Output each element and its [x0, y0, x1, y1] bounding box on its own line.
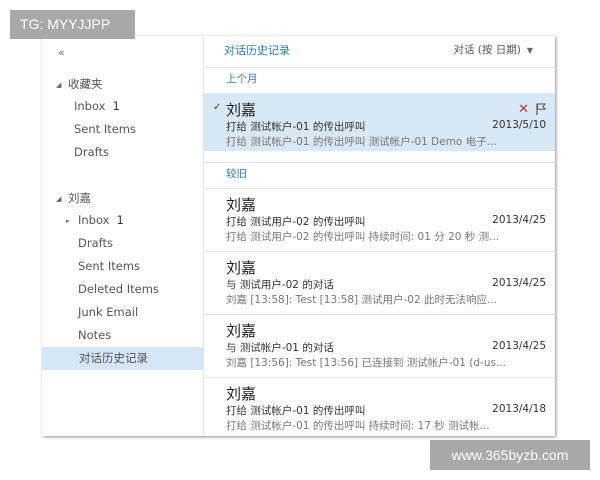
message-sender: 刘嘉 — [226, 101, 257, 119]
message-row[interactable]: 刘嘉 与 测试用户-02 的对话 2013/4/25 刘嘉 [13:58]: T… — [204, 251, 555, 309]
message-subject: 打给 测试用户-02 的传出呼叫 — [226, 216, 366, 228]
folder-item-label: Deleted Items — [78, 282, 159, 296]
folder-item-conversation-history[interactable]: 对话历史记录 — [42, 347, 203, 370]
message-sender: 刘嘉 — [226, 385, 257, 403]
folder-item-label: Inbox — [78, 213, 110, 227]
folder-title: 对话历史记录 — [224, 44, 290, 57]
folder-item-notes[interactable]: Notes — [78, 325, 111, 345]
favorites-item-label: Inbox — [74, 99, 106, 113]
collapse-pane-icon[interactable]: « — [58, 46, 65, 59]
message-subject: 打给 测试帐户-01 的传出呼叫 — [226, 121, 366, 133]
folder-item-junk-email[interactable]: Junk Email — [78, 302, 138, 322]
unread-count: 1 — [112, 99, 120, 113]
message-row[interactable]: 刘嘉 打给 测试用户-02 的传出呼叫 2013/4/25 打给 测试用户-02… — [204, 188, 555, 246]
message-list-pane: 对话历史记录 对话 (按 日期) ▼ 上个月 ✓ 刘嘉 ✕ 打给 测试帐户-01 … — [204, 36, 555, 436]
delete-x-icon[interactable]: ✕ — [518, 102, 529, 117]
group-header-last-month: 上个月 — [204, 67, 555, 89]
triangle-down-icon: ◢ — [56, 80, 62, 89]
message-date: 2013/4/25 — [492, 214, 546, 226]
message-sender: 刘嘉 — [226, 322, 257, 340]
message-preview: 刘嘉 [13:58]: Test [13:58] 测试用户-02 此时无法响应.… — [226, 294, 497, 306]
message-preview: 刘嘉 [13:56]: Test [13:56] 已连接到 测试帐户-01 (d… — [226, 357, 506, 369]
triangle-down-icon: ◢ — [56, 194, 62, 203]
message-date: 2013/4/25 — [492, 277, 546, 289]
favorites-item-label: Drafts — [74, 145, 109, 159]
watermark-top-left: TG: MYYJJPP — [10, 10, 135, 39]
unread-count: 1 — [116, 213, 124, 227]
favorites-item-drafts[interactable]: Drafts — [74, 142, 109, 162]
account-header[interactable]: ◢ 刘嘉 — [56, 188, 91, 208]
message-row[interactable]: 刘嘉 与 测试帐户-01 的对话 2013/4/25 刘嘉 [13:56]: T… — [204, 314, 555, 372]
folder-pane: « ◢ 收藏夹 Inbox 1 Sent Items Drafts ◢ 刘嘉 ▸ Inb… — [42, 36, 203, 436]
message-date: 2013/4/18 — [492, 403, 546, 415]
message-preview: 打给 测试帐户-01 的传出呼叫 测试帐户-01 Demo 电子... — [226, 136, 497, 148]
group-header-older: 较旧 — [204, 162, 555, 184]
folder-item-label: Sent Items — [78, 259, 140, 273]
message-subject: 与 测试帐户-01 的对话 — [226, 342, 334, 354]
favorites-header[interactable]: ◢ 收藏夹 — [56, 74, 103, 94]
watermark-bottom-right: www.365byzb.com — [430, 440, 590, 470]
folder-item-drafts[interactable]: Drafts — [78, 233, 113, 253]
folder-item-label: Notes — [78, 328, 112, 342]
folder-item-inbox[interactable]: ▸ Inbox 1 — [66, 210, 124, 230]
message-row[interactable]: ✓ 刘嘉 ✕ 打给 测试帐户-01 的传出呼叫 2013/5/10 打给 测试帐… — [204, 93, 555, 151]
message-date: 2013/5/10 — [492, 119, 546, 131]
folder-item-deleted-items[interactable]: Deleted Items — [78, 279, 159, 299]
message-sender: 刘嘉 — [226, 259, 257, 277]
folder-item-sent-items[interactable]: Sent Items — [78, 256, 140, 276]
favorites-item-sent-items[interactable]: Sent Items — [74, 119, 136, 139]
folder-item-label: Drafts — [78, 236, 113, 250]
folder-item-label: 对话历史记录 — [79, 351, 148, 365]
favorites-header-label: 收藏夹 — [68, 77, 103, 91]
message-subject: 与 测试用户-02 的对话 — [226, 279, 334, 291]
account-header-label: 刘嘉 — [68, 191, 91, 205]
flag-icon[interactable] — [536, 103, 546, 115]
sort-dropdown[interactable]: 对话 (按 日期) ▼ — [453, 42, 533, 57]
checkmark-icon[interactable]: ✓ — [213, 102, 221, 113]
favorites-item-inbox[interactable]: Inbox 1 — [74, 96, 120, 116]
favorites-item-label: Sent Items — [74, 122, 136, 136]
message-preview: 打给 测试帐户-01 的传出呼叫 持续时间: 17 秒 测试帐... — [226, 420, 490, 432]
chevron-down-icon: ▼ — [526, 46, 533, 55]
message-date: 2013/4/25 — [492, 340, 546, 352]
message-preview: 打给 测试用户-02 的传出呼叫 持续时间: 01 分 20 秒 测... — [226, 231, 500, 243]
folder-item-label: Junk Email — [78, 305, 139, 319]
message-row[interactable]: 刘嘉 打给 测试帐户-01 的传出呼叫 2013/4/18 打给 测试帐户-01… — [204, 377, 555, 435]
triangle-right-icon[interactable]: ▸ — [66, 211, 78, 231]
message-sender: 刘嘉 — [226, 196, 257, 214]
sort-label: 对话 (按 日期) — [453, 44, 521, 56]
outlook-web-window: « ◢ 收藏夹 Inbox 1 Sent Items Drafts ◢ 刘嘉 ▸ Inb… — [42, 36, 555, 436]
message-subject: 打给 测试帐户-01 的传出呼叫 — [226, 405, 366, 417]
